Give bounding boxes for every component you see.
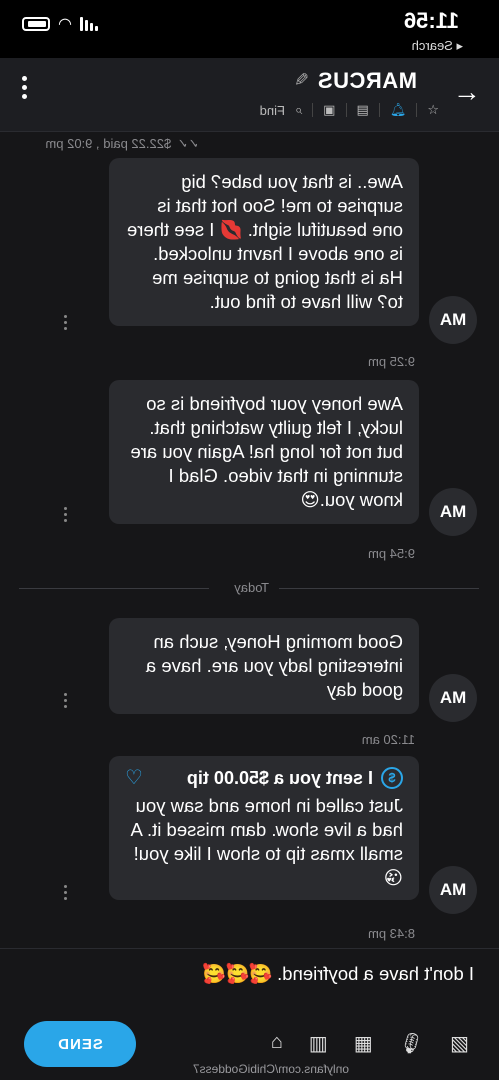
pencil-icon[interactable]: ✎: [294, 70, 309, 91]
avatar[interactable]: MA: [429, 488, 477, 536]
message-bubble: Awe honey your boyfriend is so lucky, I …: [109, 380, 419, 524]
date-divider: Today: [0, 578, 499, 598]
message-time: 11:20 am: [361, 732, 415, 747]
more-menu-icon[interactable]: [22, 76, 27, 99]
chat-header: ← MARCUS ✎ ☆ 🔔︎ ▤ ▣ ⌕ Find: [0, 58, 499, 132]
media-vault-icon[interactable]: ▦: [354, 1031, 373, 1056]
message-options-icon[interactable]: [64, 885, 67, 900]
back-to-search-link[interactable]: ◂ Search: [412, 38, 463, 54]
paid-info: ✓✓ $22.22 paid , 9:02 pm: [45, 136, 199, 151]
message-options-icon[interactable]: [64, 315, 67, 330]
mirrored-stage: 11:56 ◂ Search ◠ ← MARCUS ✎ ☆ 🔔︎ ▤ ▣ ⌕ F…: [0, 0, 499, 1080]
schedule-icon[interactable]: ▥: [309, 1031, 328, 1056]
message-time: 9:25 pm: [368, 354, 415, 369]
star-icon[interactable]: ☆: [427, 102, 439, 118]
tip-row: $ I sent you a $50.00 tip ♡: [125, 766, 403, 790]
contact-name[interactable]: MARCUS: [317, 68, 417, 94]
back-arrow-icon[interactable]: ←: [453, 76, 481, 108]
avatar[interactable]: MA: [429, 296, 477, 344]
search-icon[interactable]: ⌕: [295, 102, 302, 118]
dollar-icon: $: [381, 767, 403, 789]
status-icons: ◠: [22, 14, 98, 34]
message-options-icon[interactable]: [64, 693, 67, 708]
price-tag-icon[interactable]: ⌂: [271, 1031, 283, 1056]
gallery-icon[interactable]: ▣: [323, 102, 335, 118]
tip-message-bubble: $ I sent you a $50.00 tip ♡ Just called …: [109, 756, 419, 900]
tip-label: I sent you a $50.00 tip: [186, 768, 373, 788]
double-check-icon: ✓✓: [177, 136, 199, 151]
image-icon[interactable]: ▨: [450, 1031, 469, 1056]
status-time: 11:56: [403, 8, 459, 33]
signal-icon: [79, 17, 98, 31]
find-label[interactable]: Find: [260, 103, 285, 118]
message-time: 8:43 pm: [368, 926, 415, 941]
battery-icon: [22, 17, 50, 31]
composer: I don't have a boyfriend. 🥰🥰🥰 ▨ 🎙︎ ▦ ▥ ⌂…: [0, 948, 499, 1080]
composer-toolbar: ▨ 🎙︎ ▦ ▥ ⌂: [271, 1031, 469, 1056]
avatar[interactable]: MA: [429, 674, 477, 722]
message-text: Just called in home and saw you had a li…: [131, 795, 403, 888]
message-options-icon[interactable]: [64, 507, 67, 522]
message-time: 9:54 pm: [368, 546, 415, 561]
message-bubble: Good morning Honey, such an interesting …: [109, 618, 419, 714]
page-url: onlyfans.com/ChibiGoddess7: [192, 1062, 349, 1076]
microphone-icon[interactable]: 🎙︎: [399, 1031, 424, 1056]
avatar[interactable]: MA: [429, 866, 477, 914]
chat-tools: ☆ 🔔︎ ▤ ▣ ⌕ Find: [260, 102, 439, 118]
heart-icon[interactable]: ♡: [125, 766, 143, 790]
wifi-icon: ◠: [58, 16, 72, 33]
message-icon[interactable]: ▤: [357, 102, 369, 118]
message-input[interactable]: I don't have a boyfriend. 🥰🥰🥰: [203, 963, 474, 985]
status-bar: 11:56 ◂ Search ◠: [0, 0, 499, 58]
message-bubble: Awe.. is that you babe? big surprise to …: [109, 158, 419, 326]
bell-icon[interactable]: 🔔︎: [390, 102, 407, 118]
date-divider-label: Today: [234, 580, 269, 595]
send-button[interactable]: SEND: [24, 1021, 136, 1067]
